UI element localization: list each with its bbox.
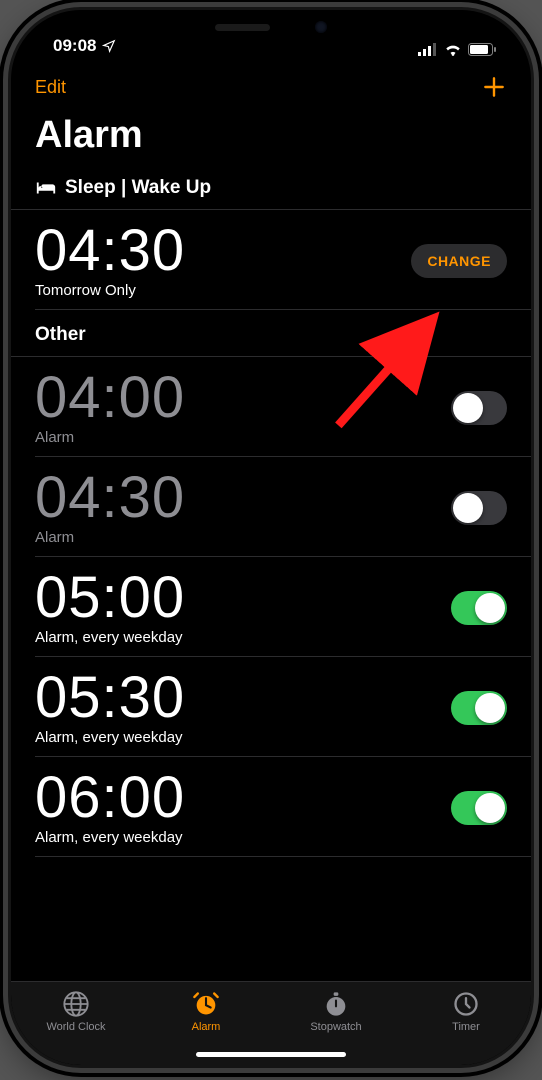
alarm-row[interactable]: 05:30 Alarm, every weekday (11, 657, 531, 756)
location-icon (102, 39, 116, 53)
alarm-time: 04:30 (35, 469, 185, 527)
alarm-subtitle: Alarm (35, 429, 185, 446)
tab-stopwatch-label: Stopwatch (310, 1021, 361, 1033)
globe-icon (62, 990, 90, 1018)
alarm-row[interactable]: 05:00 Alarm, every weekday (11, 557, 531, 656)
notch (161, 10, 381, 44)
alarm-subtitle: Alarm, every weekday (35, 829, 185, 846)
status-time: 09:08 (53, 36, 96, 56)
alarm-toggle[interactable] (451, 491, 507, 525)
sleep-section-header: Sleep | Wake Up (11, 169, 531, 209)
sleep-alarm-row[interactable]: 04:30 Tomorrow Only CHANGE (11, 210, 531, 309)
alarm-subtitle: Alarm, every weekday (35, 629, 185, 646)
speaker-grill (215, 24, 270, 31)
alarm-row[interactable]: 04:00 Alarm (11, 357, 531, 456)
alarm-subtitle: Alarm (35, 529, 185, 546)
alarm-toggle[interactable] (451, 791, 507, 825)
tab-timer[interactable]: Timer (401, 990, 531, 1033)
sleep-section-label: Sleep | Wake Up (65, 177, 211, 199)
alarm-icon (192, 990, 220, 1018)
alarm-time: 04:00 (35, 369, 185, 427)
battery-icon (468, 43, 496, 56)
tab-timer-label: Timer (452, 1021, 480, 1033)
tab-alarm[interactable]: Alarm (141, 990, 271, 1033)
edit-button[interactable]: Edit (35, 77, 66, 98)
alarm-time: 06:00 (35, 769, 185, 827)
timer-icon (452, 990, 480, 1018)
screen: 09:08 Edit Alarm Sleep | Wake Up (11, 10, 531, 1065)
phone-frame: 09:08 Edit Alarm Sleep | Wake Up (11, 10, 531, 1065)
alarm-subtitle: Alarm, every weekday (35, 729, 185, 746)
alarm-time: 05:30 (35, 669, 185, 727)
wifi-icon (444, 43, 462, 56)
tab-alarm-label: Alarm (192, 1021, 221, 1033)
front-camera (315, 21, 327, 33)
alarm-row[interactable]: 04:30 Alarm (11, 457, 531, 556)
alarm-toggle[interactable] (451, 391, 507, 425)
alarm-toggle[interactable] (451, 691, 507, 725)
page-title: Alarm (11, 108, 531, 169)
alarm-toggle[interactable] (451, 591, 507, 625)
stopwatch-icon (322, 990, 350, 1018)
alarm-row[interactable]: 06:00 Alarm, every weekday (11, 757, 531, 856)
add-alarm-button[interactable] (481, 74, 507, 100)
alarm-time: 05:00 (35, 569, 185, 627)
plus-icon (481, 74, 507, 100)
tab-world-clock-label: World Clock (46, 1021, 105, 1033)
tab-world-clock[interactable]: World Clock (11, 990, 141, 1033)
cellular-icon (418, 43, 438, 56)
sleep-alarm-subtitle: Tomorrow Only (35, 282, 185, 299)
sleep-alarm-time: 04:30 (35, 222, 185, 280)
alarm-list: Sleep | Wake Up 04:30 Tomorrow Only CHAN… (11, 169, 531, 981)
home-indicator[interactable] (196, 1052, 346, 1057)
bed-icon (35, 180, 57, 196)
other-section-header: Other (11, 310, 531, 356)
tab-stopwatch[interactable]: Stopwatch (271, 990, 401, 1033)
other-section-label: Other (35, 324, 86, 346)
change-button[interactable]: CHANGE (411, 244, 507, 278)
